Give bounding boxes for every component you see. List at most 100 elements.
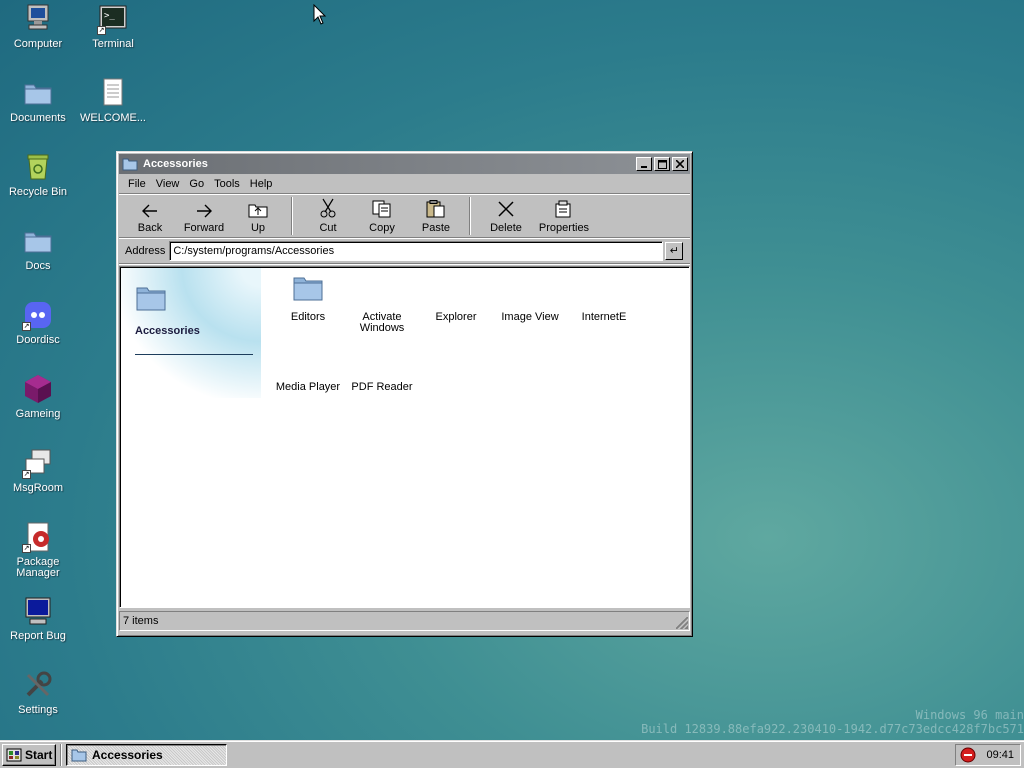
folder-icon [71,749,87,761]
cut-label: Cut [319,221,337,234]
folder-icon [22,225,54,257]
cut-button[interactable]: Cut [301,195,355,237]
package-icon: ↗ [22,521,54,553]
explorer-window[interactable]: Accessories File View Go Tools Help Back [116,151,693,637]
item-label: PDF Reader [351,381,413,393]
back-arrow-icon [142,204,157,217]
properties-label: Properties [538,221,590,234]
shortcut-arrow-icon: ↗ [97,26,106,35]
svg-text:>_: >_ [104,11,115,21]
up-label: Up [250,221,266,234]
taskbar-item-accessories[interactable]: Accessories [66,743,227,766]
item-label: Image View [501,311,559,323]
properties-button[interactable]: Properties [533,195,595,237]
panel-folder-title: Accessories [135,325,200,337]
desktop-icon-package-manager[interactable]: ↗ Package Manager [1,521,75,579]
menu-help[interactable]: Help [245,178,278,190]
paste-button[interactable]: Paste [409,195,463,237]
forward-button[interactable]: Forward [177,195,231,237]
address-label: Address [125,244,166,257]
folder-icon [22,77,54,109]
minimize-icon [641,166,647,168]
copy-button[interactable]: Copy [355,195,409,237]
desktop-icon-msgroom[interactable]: ↗ MsgRoom [1,447,75,494]
desktop-icon-label: Package Manager [16,556,60,579]
item-internete[interactable]: InternetE [569,312,639,323]
desktop-icon-label: Settings [18,704,58,716]
toolbar-separator [291,196,293,235]
close-button[interactable] [672,157,688,171]
desktop-icon-gameing[interactable]: Gameing [1,373,75,420]
item-image-view[interactable]: Image View [495,312,565,323]
up-button[interactable]: Up [231,195,285,237]
game-cube-icon [22,373,54,405]
shortcut-arrow-icon: ↗ [22,322,31,331]
desktop-icon-label: Documents [10,112,66,124]
menu-file[interactable]: File [123,178,151,190]
window-title: Accessories [143,158,208,170]
computer-icon [22,3,54,35]
back-button[interactable]: Back [123,195,177,237]
scissors-icon [320,198,336,217]
taskbar: Start Accessories 09:41 [0,740,1024,768]
taskbar-separator [60,743,62,766]
desktop-icon-label: Terminal [92,38,134,50]
minimize-button[interactable] [636,157,652,171]
shortcut-arrow-icon: ↗ [22,544,31,553]
menu-tools[interactable]: Tools [209,178,245,190]
folder-icon [136,287,166,311]
item-label: Media Player [275,381,341,393]
desktop-icon-doordisc[interactable]: ↗ Doordisc [1,299,75,346]
stop-sign-icon[interactable] [960,747,976,763]
mouse-cursor-icon [313,4,327,25]
desktop-icon-settings[interactable]: Settings [1,669,75,716]
toolbar: Back Forward Up Cut Copy Paste Delete Pr… [119,194,690,238]
folder-item-editors[interactable]: Editors [273,274,343,323]
folder-icon [122,158,138,171]
recycle-bin-icon [22,151,54,183]
item-explorer[interactable]: Explorer [421,312,491,323]
desktop: Computer >_ ↗ Terminal Documents WELCOME… [0,0,1024,740]
system-tray: 09:41 [955,744,1021,766]
folder-view[interactable]: Accessories Editors Activate Windows Exp… [119,266,690,608]
paste-label: Paste [421,221,451,234]
desktop-icon-welcome[interactable]: WELCOME... [76,77,150,124]
delete-x-icon [498,200,514,217]
settings-icon [22,669,54,701]
chat-icon: ↗ [22,447,54,479]
desktop-icon-docs[interactable]: Docs [1,225,75,272]
start-logo-icon [6,748,22,761]
up-folder-icon [248,204,268,217]
clock[interactable]: 09:41 [986,749,1014,761]
desktop-icon-terminal[interactable]: >_ ↗ Terminal [76,3,150,50]
taskbar-item-label: Accessories [92,747,163,762]
desktop-icon-label: Gameing [15,408,61,420]
desktop-icon-recycle-bin[interactable]: Recycle Bin [1,151,75,198]
start-button[interactable]: Start [2,743,56,766]
desktop-icon-label: Recycle Bin [8,186,68,198]
desktop-icon-label: Doordisc [16,334,60,346]
resize-grip-icon[interactable] [676,617,688,629]
menu-view[interactable]: View [151,178,185,190]
item-label: Editors [290,311,326,323]
window-titlebar[interactable]: Accessories [119,154,690,174]
desktop-icon-report-bug[interactable]: Report Bug [1,595,75,642]
start-label: Start [25,747,53,762]
back-label: Back [137,221,163,234]
toolbar-separator [469,196,471,235]
paste-icon [426,199,445,217]
item-pdf-reader[interactable]: PDF Reader [347,382,417,393]
go-button[interactable]: ↵ [665,241,684,260]
item-label: Explorer [435,311,477,323]
menu-go[interactable]: Go [184,178,209,190]
item-label: Activate Windows [359,311,405,334]
address-input[interactable]: C:/system/programs/Accessories [169,240,664,261]
desktop-icon-documents[interactable]: Documents [1,77,75,124]
item-media-player[interactable]: Media Player [273,382,343,393]
properties-icon [555,200,571,217]
item-activate-windows[interactable]: Activate Windows [347,312,417,334]
copy-icon [372,200,391,217]
desktop-icon-computer[interactable]: Computer [1,3,75,50]
delete-button[interactable]: Delete [479,195,533,237]
maximize-button[interactable] [654,157,670,171]
